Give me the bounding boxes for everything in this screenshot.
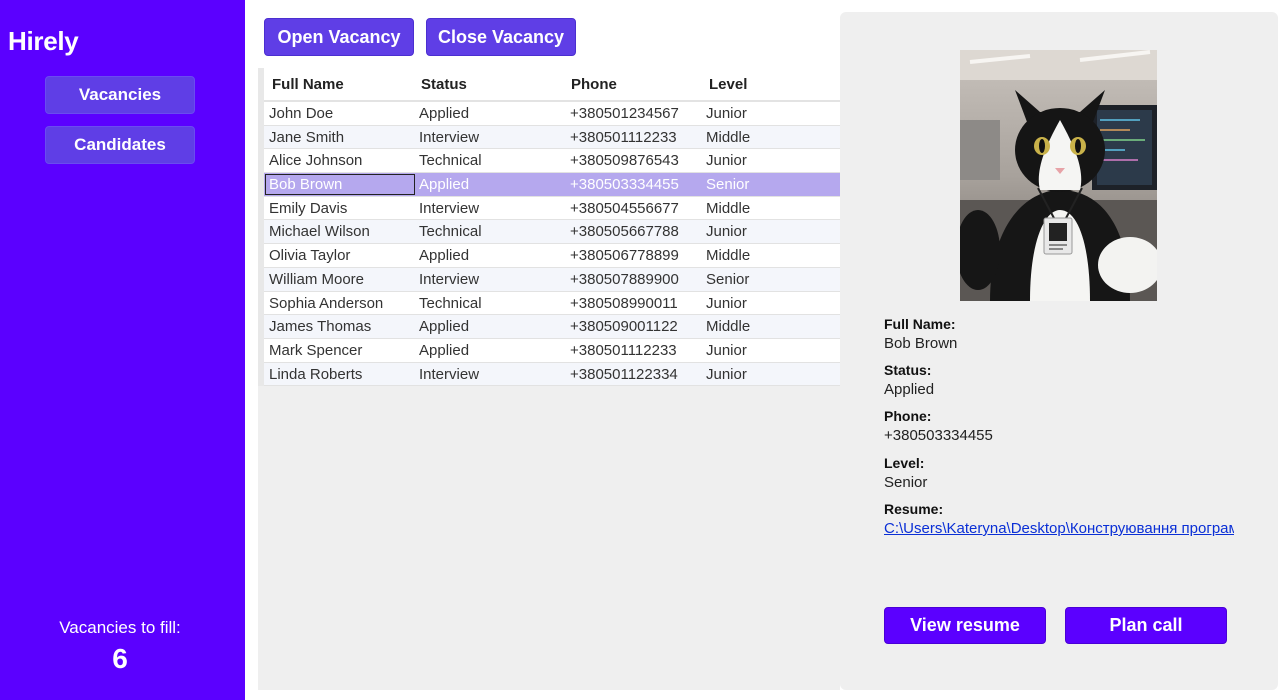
cell-full-name[interactable]: Jane Smith: [269, 129, 344, 146]
cell-level[interactable]: Junior: [706, 366, 747, 383]
cell-full-name[interactable]: Michael Wilson: [269, 223, 370, 240]
table-row[interactable]: John Doe Applied +380501234567 Junior: [264, 102, 840, 126]
column-header-phone[interactable]: Phone: [571, 76, 617, 93]
cell-phone[interactable]: +380504556677: [570, 200, 679, 217]
cell-phone[interactable]: +380509001122: [570, 318, 678, 335]
sidebar-item-candidates[interactable]: Candidates: [45, 126, 195, 164]
cell-phone[interactable]: +380509876543: [570, 152, 679, 169]
table-row[interactable]: Mark Spencer Applied +380501112233 Junior: [264, 338, 840, 363]
table-row[interactable]: Olivia Taylor Applied +380506778899 Middle: [264, 244, 840, 268]
fullname-value: Bob Brown: [884, 335, 958, 352]
close-vacancy-button[interactable]: Close Vacancy: [426, 18, 576, 56]
cell-full-name[interactable]: Alice Johnson: [269, 152, 362, 169]
column-header-full-name[interactable]: Full Name: [272, 76, 344, 93]
cell-phone[interactable]: +380505667788: [570, 223, 679, 240]
table-row[interactable]: James Thomas Applied +380509001122 Middle: [264, 315, 840, 339]
table-row[interactable]: William Moore Interview +380507889900 Senio…: [264, 267, 840, 292]
cell-full-name[interactable]: Sophia Anderson: [269, 295, 383, 312]
cell-full-name[interactable]: Mark Spencer: [269, 342, 362, 359]
vacancies-to-fill-label: Vacancies to fill:: [59, 618, 181, 637]
cell-level[interactable]: Junior: [706, 342, 747, 359]
cell-full-name[interactable]: Olivia Taylor: [269, 247, 350, 264]
candidate-photo: [960, 50, 1157, 301]
table-row[interactable]: Linda Roberts Interview +380501122334 Junio…: [264, 362, 840, 387]
cell-status[interactable]: Technical: [419, 223, 482, 240]
level-value: Senior: [884, 474, 928, 491]
table-row[interactable]: Michael Wilson Technical +380505667788 Juni…: [264, 220, 840, 245]
cell-level[interactable]: Junior: [706, 152, 747, 169]
app-title: Hirely: [8, 26, 79, 56]
status-value: Applied: [884, 381, 935, 398]
fullname-label: Full Name:: [884, 316, 956, 332]
phone-value: +380503334455: [884, 427, 993, 444]
cell-full-name[interactable]: Bob Brown: [269, 176, 342, 193]
table-body: John Doe Applied +380501234567 Junior Jane S…: [264, 102, 840, 387]
cell-status[interactable]: Interview: [419, 366, 479, 383]
cell-phone[interactable]: +380508990011: [570, 295, 678, 312]
cell-phone[interactable]: +380503334455: [570, 176, 679, 193]
sidebar: Hirely Vacancies Candidates Vacancies to…: [0, 0, 245, 700]
phone-label: Phone:: [884, 408, 932, 424]
cell-phone[interactable]: +380501234567: [570, 105, 679, 122]
cell-level[interactable]: Junior: [706, 223, 747, 240]
cell-status[interactable]: Interview: [419, 271, 479, 288]
plan-call-button[interactable]: Plan call: [1065, 607, 1227, 644]
table-row[interactable]: Emily Davis Interview +380504556677 Middle: [264, 196, 840, 221]
sidebar-item-vacancies[interactable]: Vacancies: [45, 76, 195, 114]
cell-status[interactable]: Technical: [419, 152, 482, 169]
cell-full-name[interactable]: James Thomas: [269, 318, 371, 335]
cell-level[interactable]: Middle: [706, 247, 750, 264]
status-label: Status:: [884, 362, 932, 378]
resume-link[interactable]: C:\Users\Kateryna\Desktop\Конструювання …: [884, 520, 1234, 537]
column-header-status[interactable]: Status: [421, 76, 467, 93]
column-header-level[interactable]: Level: [709, 76, 747, 93]
table-row[interactable]: Jane Smith Interview +380501112233 Middle: [264, 125, 840, 150]
view-resume-button[interactable]: View resume: [884, 607, 1046, 644]
candidates-table: Full Name Status Phone Level John Doe App…: [258, 68, 840, 690]
cell-full-name[interactable]: William Moore: [269, 271, 364, 288]
cell-phone[interactable]: +380507889900: [570, 271, 679, 288]
candidate-detail-panel: Full Name: Bob Brown Status: Applied Pho…: [840, 12, 1278, 690]
open-vacancy-button[interactable]: Open Vacancy: [264, 18, 414, 56]
cell-full-name[interactable]: John Doe: [269, 105, 333, 122]
cell-full-name[interactable]: Emily Davis: [269, 200, 347, 217]
vacancies-to-fill-count: 6: [112, 643, 128, 674]
cell-level[interactable]: Senior: [706, 271, 749, 288]
table-header: Full Name Status Phone Level: [264, 68, 840, 102]
cell-phone[interactable]: +380501112233: [570, 129, 677, 146]
cell-level[interactable]: Senior: [706, 176, 749, 193]
cell-status[interactable]: Applied: [419, 342, 469, 359]
cell-status[interactable]: Interview: [419, 129, 479, 146]
cell-level[interactable]: Junior: [706, 295, 747, 312]
table-row[interactable]: Sophia Anderson Technical +380508990011 Jun…: [264, 291, 840, 316]
cell-level[interactable]: Middle: [706, 200, 750, 217]
cell-status[interactable]: Applied: [419, 318, 469, 335]
cell-full-name[interactable]: Linda Roberts: [269, 366, 362, 383]
level-label: Level:: [884, 455, 925, 471]
cell-phone[interactable]: +380501112233: [570, 342, 677, 359]
cell-phone[interactable]: +380506778899: [570, 247, 679, 264]
cell-status[interactable]: Interview: [419, 200, 479, 217]
cell-status[interactable]: Applied: [419, 247, 469, 264]
cell-status[interactable]: Technical: [419, 295, 482, 312]
cell-level[interactable]: Junior: [706, 105, 747, 122]
table-row[interactable]: Alice Johnson Technical +380509876543 Junio…: [264, 149, 840, 174]
cell-status[interactable]: Applied: [419, 105, 469, 122]
table-row[interactable]: Bob Brown Applied +380503334455 Senior: [264, 173, 840, 197]
cell-level[interactable]: Middle: [706, 129, 750, 146]
cell-phone[interactable]: +380501122334: [570, 366, 678, 383]
cell-status[interactable]: Applied: [419, 176, 469, 193]
cell-level[interactable]: Middle: [706, 318, 750, 335]
resume-label: Resume:: [884, 501, 944, 517]
